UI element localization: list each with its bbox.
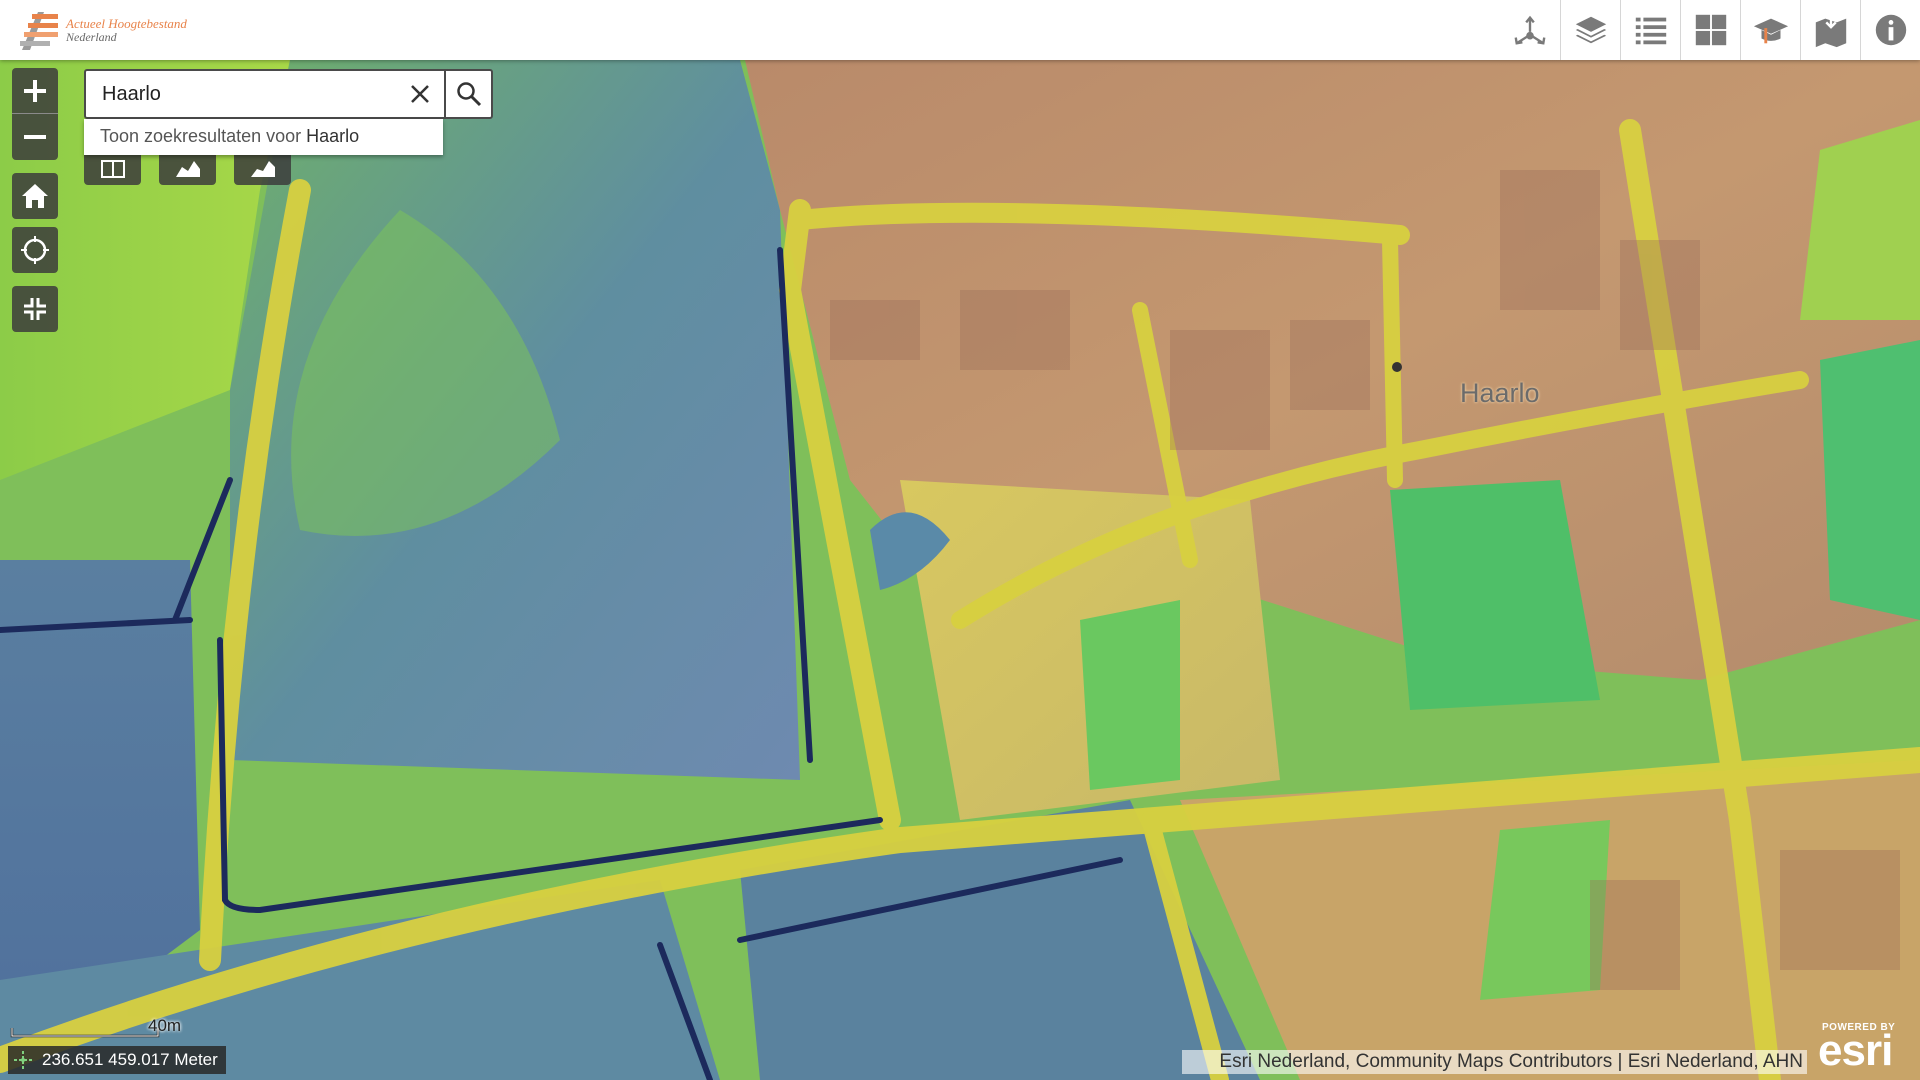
fullscreen-button[interactable] (12, 286, 58, 332)
education-button[interactable] (1740, 0, 1800, 60)
home-button[interactable] (12, 173, 58, 219)
terrain-section-icon (250, 161, 275, 177)
search-button[interactable] (444, 71, 491, 117)
scale-bar (10, 1028, 160, 1038)
book-map-icon (100, 160, 125, 178)
legend-list-icon (1635, 17, 1666, 45)
collapse-fullscreen-icon (24, 298, 46, 320)
legend-button[interactable] (1620, 0, 1680, 60)
search-input[interactable] (86, 71, 440, 117)
map-view[interactable]: Haarlo (0, 60, 1920, 1080)
minus-icon (24, 135, 46, 139)
ahn-logo-mark-icon (20, 12, 58, 50)
info-button[interactable] (1860, 0, 1920, 60)
attribution-text: Esri Nederland, Community Maps Contribut… (1219, 1051, 1803, 1072)
layers-button[interactable] (1560, 0, 1620, 60)
share-network-icon (1514, 15, 1546, 45)
header-toolbar (1500, 0, 1920, 60)
map-attribution[interactable]: Esri Nederland, Community Maps Contribut… (1182, 1050, 1807, 1074)
elevation-map-canvas (0, 60, 1920, 1080)
ahn-logo[interactable]: Actueel Hoogtebestand Nederland (16, 6, 216, 54)
zoom-out-button[interactable] (12, 114, 58, 160)
share-button[interactable] (1500, 0, 1560, 60)
scale-label: 40m (148, 1016, 182, 1035)
home-icon (22, 184, 48, 208)
zoom-control (12, 68, 58, 160)
coordinate-text: 236.651 459.017 Meter (42, 1050, 218, 1069)
basemap-gallery-icon (1695, 14, 1726, 46)
zoom-in-button[interactable] (12, 68, 58, 114)
search-box (84, 69, 493, 119)
search-icon (456, 82, 481, 107)
suggestion-prefix: Toon zoekresultaten voor (100, 126, 307, 146)
search-suggestion[interactable]: Toon zoekresultaten voor Haarlo (84, 119, 443, 155)
locate-crosshair-icon (21, 236, 49, 264)
layers-icon (1575, 16, 1606, 44)
download-tile-icon (1815, 14, 1846, 48)
elevation-profile-icon (175, 161, 200, 177)
basemap-gallery-button[interactable] (1680, 0, 1740, 60)
logo-subtitle: Nederland (66, 30, 117, 44)
suggestion-term: Haarlo (306, 126, 360, 146)
app-header: Actueel Hoogtebestand Nederland (0, 0, 1920, 60)
info-icon (1875, 14, 1906, 46)
place-label-haarlo: Haarlo (1460, 378, 1540, 408)
coordinate-readout[interactable]: 236.651 459.017 Meter (8, 1046, 226, 1074)
clear-search-button[interactable] (406, 80, 434, 108)
coordinate-crosshair-icon (14, 1051, 32, 1069)
esri-logo[interactable]: esri (1818, 1026, 1893, 1076)
close-icon (411, 85, 429, 103)
locate-button[interactable] (12, 227, 58, 273)
download-button[interactable] (1800, 0, 1860, 60)
plus-icon (24, 79, 46, 102)
education-cap-icon (1753, 18, 1788, 44)
